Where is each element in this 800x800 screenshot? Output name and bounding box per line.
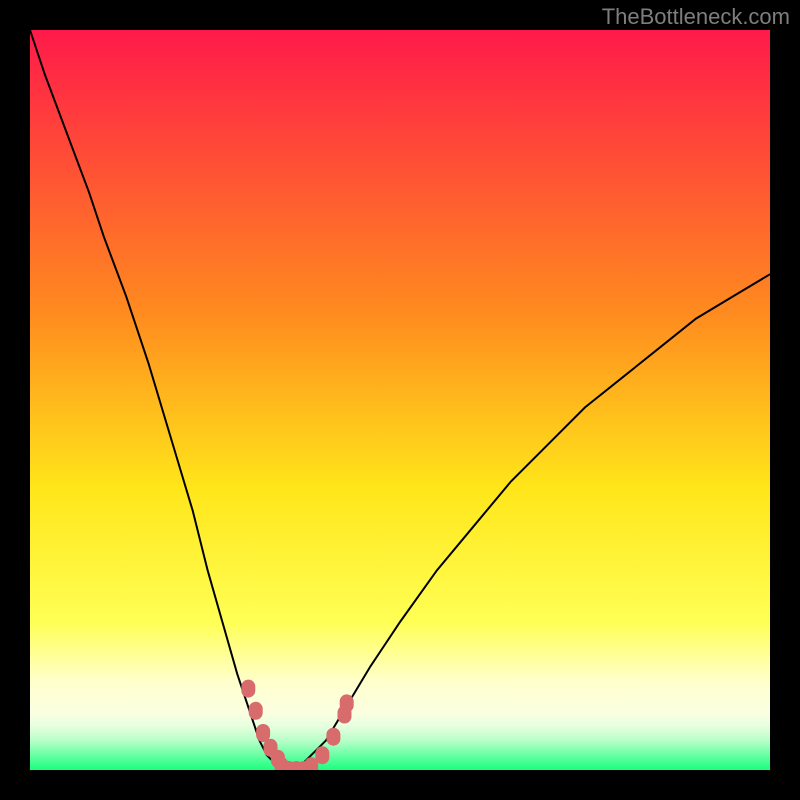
marker-point — [315, 746, 329, 764]
marker-point — [249, 702, 263, 720]
marker-point — [241, 680, 255, 698]
marker-point — [326, 728, 340, 746]
chart-plot-area — [30, 30, 770, 770]
outer-frame: TheBottleneck.com — [0, 0, 800, 800]
marker-point — [340, 694, 354, 712]
watermark-text: TheBottleneck.com — [602, 4, 790, 30]
gradient-background — [30, 30, 770, 770]
chart-svg — [30, 30, 770, 770]
